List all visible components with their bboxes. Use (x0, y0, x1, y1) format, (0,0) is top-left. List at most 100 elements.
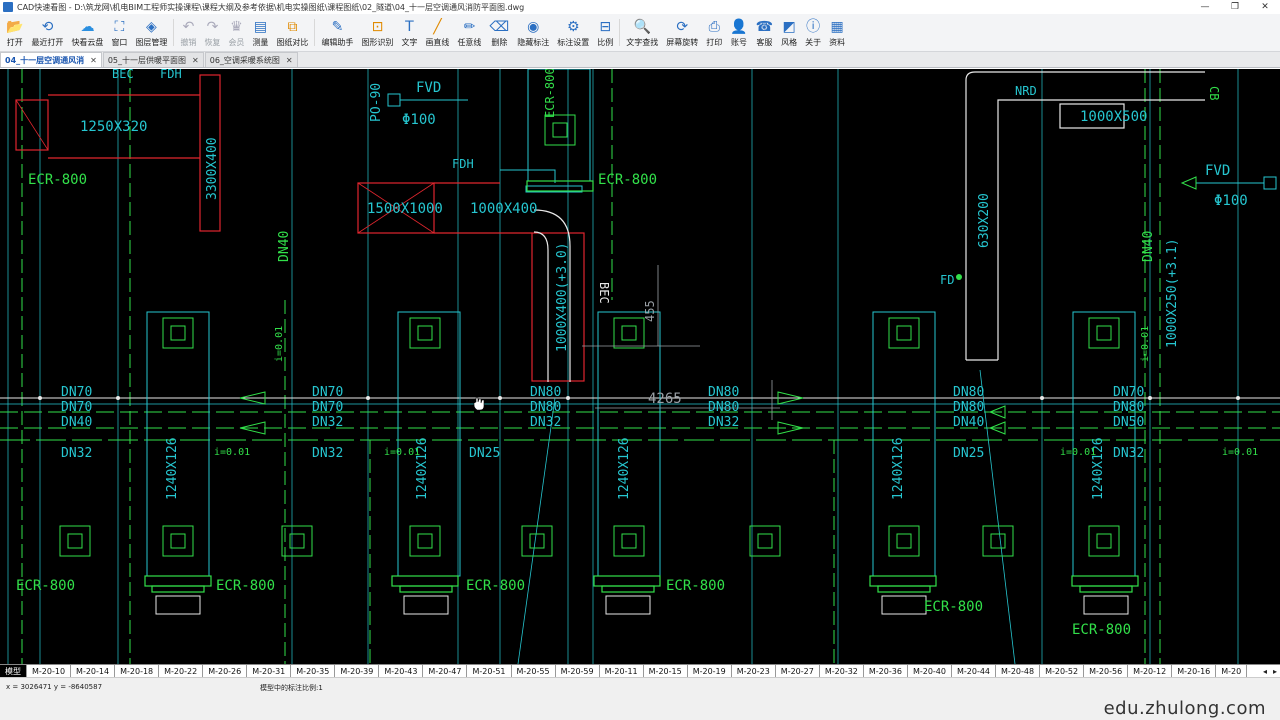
toolbar-button-line[interactable]: ╱ 画直线 (421, 14, 453, 52)
layout-tab[interactable]: M-20-39 (335, 665, 380, 677)
window-title: CAD快速看图 - D:\筑龙网\机电BIM工程师实操课程\课程大纲及参考依据\… (17, 2, 525, 12)
toolbar-button-rotate-screen[interactable]: ⟳ 屏幕旋转 (662, 14, 702, 52)
toolbar-button-history[interactable]: ⟲ 最近打开 (27, 14, 67, 52)
toolbar-button-resources[interactable]: ▦ 资料 (825, 14, 849, 52)
hand-cursor-icon (473, 397, 485, 411)
layout-tab[interactable]: M-20-48 (996, 665, 1041, 677)
layout-tab[interactable]: M-20-36 (864, 665, 908, 677)
toolbar-button-freehand[interactable]: ✏ 任意线 (453, 14, 485, 52)
layout-prev-icon[interactable]: ◂ (1260, 665, 1270, 677)
layout-tab[interactable]: M-20-10 (27, 665, 72, 677)
layout-tab-bar: 模型 M-20-10 M-20-14 M-20-18 M-20-22 M-20-26 M-2… (0, 664, 1280, 677)
layout-tab[interactable]: M-20-19 (688, 665, 732, 677)
layout-tab[interactable]: M-20-35 (291, 665, 336, 677)
document-tab[interactable]: 06_空调采暖系统图 ✕ (204, 52, 298, 67)
layout-tab-model[interactable]: 模型 (0, 665, 27, 677)
document-tab[interactable]: 05_十一层供暖平面图 ✕ (102, 52, 204, 67)
layout-tab[interactable]: M-20-11 (600, 665, 644, 677)
layout-tab[interactable]: M-20-12 (1128, 665, 1173, 677)
toolbar-button-redo[interactable]: ↷ 恢复 (200, 14, 224, 52)
toolbar-button-eraser[interactable]: ⌫ 删除 (485, 14, 513, 52)
label-ecr800-4: ECR-800 (216, 578, 275, 594)
toolbar-label: 画直线 (425, 38, 450, 47)
toolbar-button-edit-assistant[interactable]: ✎ 编辑助手 (317, 14, 357, 52)
toolbar-button-layers[interactable]: ◈ 图层管理 (131, 14, 171, 52)
recognize-icon: ⊡ (371, 19, 384, 35)
drawing-canvas[interactable]: ECR-800 ECR-800 ECR-800 ECR-800 ECR-800 … (0, 69, 1280, 664)
toolbar-separator (619, 19, 621, 46)
eraser-icon: ⌫ (489, 19, 510, 35)
toolbar-button-info[interactable]: ⓘ 关于 (801, 14, 825, 52)
layout-tab[interactable]: M-20-59 (556, 665, 600, 677)
close-tab-icon[interactable]: ✕ (192, 56, 199, 65)
toolbar-label: 标注设置 (557, 38, 590, 47)
layout-tab[interactable]: M-20-18 (115, 665, 160, 677)
toolbar-button-recognize[interactable]: ⊡ 图形识别 (357, 14, 397, 52)
layout-tab[interactable]: M-20-55 (512, 665, 556, 677)
toolbar-button-undo[interactable]: ↶ 撤销 (176, 14, 200, 52)
document-tab-label: 04_十一层空调通风消 (5, 55, 85, 65)
layout-tab[interactable]: M-20-22 (159, 665, 204, 677)
label-dn80-e: DN80 (953, 385, 984, 400)
toolbar-button-vip[interactable]: ♛ 会员 (224, 14, 248, 52)
layout-tab[interactable]: M-20-32 (820, 665, 864, 677)
close-tab-icon[interactable]: ✕ (286, 56, 293, 65)
layout-tab[interactable]: M-20-51 (467, 665, 512, 677)
toolbar-separator (314, 19, 316, 46)
label-slope-v1: i=0.01 (274, 326, 285, 362)
toolbar-button-scale[interactable]: ⊟ 比例 (593, 14, 617, 52)
toolbar-button-find-text[interactable]: 🔍 文字查找 (622, 14, 662, 52)
compare-icon: ⧉ (287, 19, 298, 35)
document-tab[interactable]: 04_十一层空调通风消 ✕ (0, 52, 102, 67)
close-tab-icon[interactable]: ✕ (90, 56, 97, 65)
toolbar-button-compare[interactable]: ⧉ 图纸对比 (272, 14, 312, 52)
layout-tab[interactable]: M-20-40 (908, 665, 952, 677)
label-ecr800-5: ECR-800 (466, 578, 525, 594)
measure-icon: ▤ (253, 19, 268, 35)
close-button[interactable]: ✕ (1250, 0, 1280, 14)
label-ecr800-1: ECR-800 (28, 172, 87, 188)
toolbar-button-measure[interactable]: ▤ 测量 (248, 14, 272, 52)
toolbar-button-account[interactable]: 👤 账号 (726, 14, 751, 52)
layout-next-icon[interactable]: ▸ (1270, 665, 1280, 677)
freehand-icon: ✏ (463, 19, 476, 35)
toolbar-button-print[interactable]: ⎙ 打印 (702, 14, 726, 52)
label-dn40-v1: DN40 (277, 231, 292, 262)
maximize-button[interactable]: ❐ (1220, 0, 1250, 14)
label-dn40-v2: DN40 (1141, 231, 1156, 262)
layout-tab[interactable]: M-20-23 (732, 665, 776, 677)
label-dim-4265: 4265 (648, 391, 682, 407)
toolbar-button-folder[interactable]: 📂 打开 (2, 14, 27, 52)
toolbar-button-headset[interactable]: ☎ 客服 (752, 14, 777, 52)
layout-tab[interactable]: M-20-52 (1040, 665, 1085, 677)
toolbar-button-hide-annotation[interactable]: ◉ 隐藏标注 (513, 14, 553, 52)
layout-tab[interactable]: M-20-47 (423, 665, 468, 677)
cursor-coordinates: x = 3026471 y = -8640587 (6, 683, 103, 691)
layout-tab[interactable]: M-20-31 (247, 665, 292, 677)
label-dn40-a: DN40 (61, 415, 92, 430)
label-ecr800-2: ECR-800 (598, 172, 657, 188)
toolbar-button-cloud[interactable]: ☁ 快看云盘 (67, 14, 107, 52)
toolbar-label: 快看云盘 (71, 38, 104, 47)
label-dn32-b: DN32 (312, 415, 343, 430)
layout-tab[interactable]: M-20-56 (1084, 665, 1129, 677)
label-duct-1240-3: 1240X126 (617, 437, 632, 500)
minimize-button[interactable]: — (1190, 0, 1220, 14)
layout-tab[interactable]: M-20-43 (379, 665, 424, 677)
toolbar-button-window[interactable]: ⛶ 窗口 (107, 14, 131, 52)
find-text-icon: 🔍 (633, 19, 651, 35)
layout-tab[interactable]: M-20-16 (1172, 665, 1217, 677)
toolbar-button-text[interactable]: T 文字 (397, 14, 421, 52)
layout-tab[interactable]: M-20-26 (203, 665, 248, 677)
toolbar-button-annotation-settings[interactable]: ⚙ 标注设置 (553, 14, 593, 52)
info-icon: ⓘ (806, 19, 821, 35)
layout-tab[interactable]: M-20-44 (952, 665, 997, 677)
toolbar-button-style[interactable]: ◩ 风格 (777, 14, 801, 52)
label-po90: PO-90 (369, 83, 384, 122)
layout-tab[interactable]: M-20 (1216, 665, 1248, 677)
label-dn80-f: DN80 (953, 400, 984, 415)
layout-tab[interactable]: M-20-14 (71, 665, 116, 677)
layout-tab[interactable]: M-20-27 (776, 665, 820, 677)
window-controls: — ❐ ✕ (1190, 0, 1280, 14)
layout-tab[interactable]: M-20-15 (644, 665, 688, 677)
